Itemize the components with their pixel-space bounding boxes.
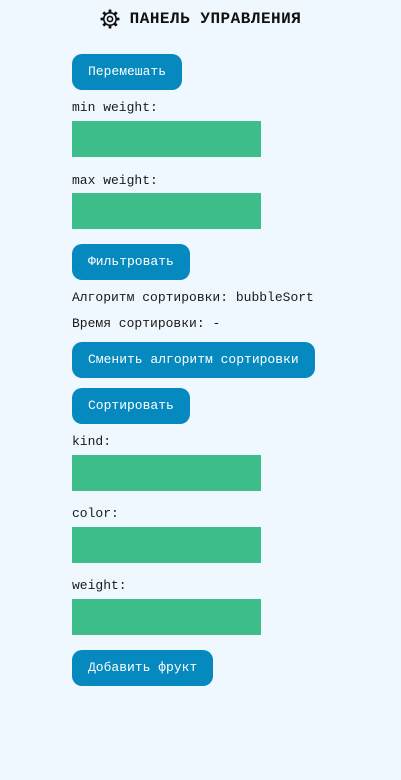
sort-algorithm-caption: Алгоритм сортировки: xyxy=(72,290,229,305)
sort-algorithm-value: bubbleSort xyxy=(235,290,314,305)
change-sort-algorithm-button[interactable]: Сменить алгоритм сортировки xyxy=(72,342,315,378)
max-weight-label: max weight: xyxy=(72,173,158,188)
control-panel-header: ПАНЕЛЬ УПРАВЛЕНИЯ xyxy=(0,8,401,30)
page-title: ПАНЕЛЬ УПРАВЛЕНИЯ xyxy=(129,10,302,28)
kind-input[interactable] xyxy=(72,455,261,491)
sort-time-value: - xyxy=(212,316,221,331)
color-input[interactable] xyxy=(72,527,261,563)
shuffle-button[interactable]: Перемешать xyxy=(72,54,183,90)
weight-label: weight: xyxy=(72,578,127,593)
add-fruit-button[interactable]: Добавить фрукт xyxy=(72,650,214,686)
filter-button[interactable]: Фильтровать xyxy=(72,244,190,280)
kind-label: kind: xyxy=(72,434,112,449)
sort-time-line: Время сортировки: - xyxy=(72,316,220,332)
weight-input[interactable] xyxy=(72,599,261,635)
sort-time-caption: Время сортировки: xyxy=(72,316,205,331)
sort-button[interactable]: Сортировать xyxy=(72,388,190,424)
gear-icon xyxy=(100,9,120,29)
min-weight-label: min weight: xyxy=(72,100,158,115)
max-weight-input[interactable] xyxy=(72,193,261,229)
color-label: color: xyxy=(72,506,119,521)
min-weight-input[interactable] xyxy=(72,121,261,157)
sort-algorithm-line: Алгоритм сортировки: bubbleSort xyxy=(72,290,314,306)
